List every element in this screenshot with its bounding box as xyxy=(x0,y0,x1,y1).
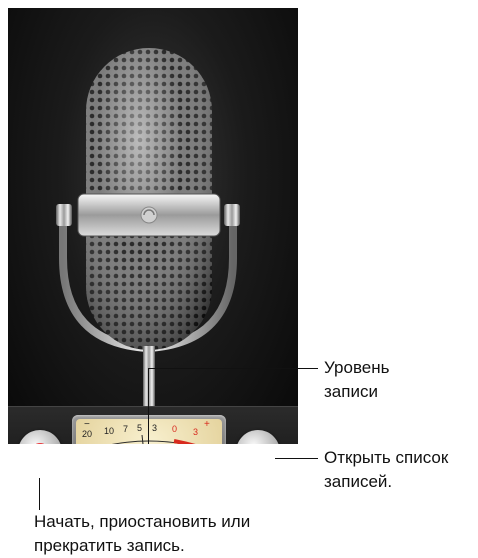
vu-tick-label: 5 xyxy=(137,423,143,433)
vu-tick-label: 3 xyxy=(193,427,199,437)
vu-tick-label: 0 xyxy=(172,424,178,434)
recordings-list-button[interactable] xyxy=(236,430,280,444)
microphone-icon xyxy=(56,48,240,408)
list-callout-line xyxy=(275,458,318,459)
record-button[interactable] xyxy=(18,430,62,444)
level-callout-line xyxy=(148,368,318,369)
vu-tick-label: 10 xyxy=(104,426,115,436)
record-callout: Начать, приостановить или прекратить зап… xyxy=(34,512,251,555)
level-callout: Уровень записи xyxy=(324,358,390,401)
vu-tick-label: 3 xyxy=(152,423,158,433)
vu-scale-plus: + xyxy=(204,419,210,430)
voice-memos-screen: − + 20 10 7 5 3 0 3 VU xyxy=(8,8,298,444)
controls-bar: − + 20 10 7 5 3 0 3 VU xyxy=(8,406,298,444)
vu-meter-face: − + 20 10 7 5 3 0 3 VU xyxy=(76,419,222,444)
level-callout-line xyxy=(148,368,149,444)
record-icon xyxy=(31,443,49,444)
vu-meter: − + 20 10 7 5 3 0 3 VU xyxy=(72,415,226,444)
record-callout-line xyxy=(39,478,40,510)
vu-tick-label: 7 xyxy=(123,424,129,434)
list-callout: Открыть список записей. xyxy=(324,448,449,491)
vu-tick-label: 20 xyxy=(82,429,93,439)
